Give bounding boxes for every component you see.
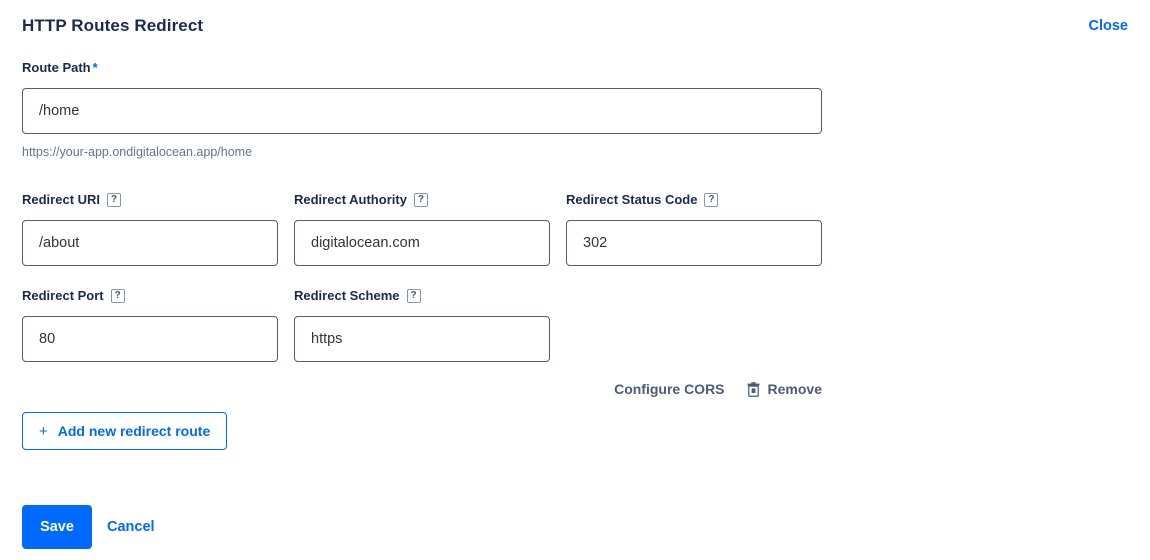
redirect-uri-input[interactable] xyxy=(22,220,278,266)
redirect-port-input[interactable] xyxy=(22,316,278,362)
configure-cors-button[interactable]: Configure CORS xyxy=(614,381,724,397)
panel-header: HTTP Routes Redirect Close xyxy=(22,13,1128,39)
redirect-scheme-label-text: Redirect Scheme xyxy=(294,288,400,303)
help-icon[interactable]: ? xyxy=(406,289,421,303)
redirect-authority-label-text: Redirect Authority xyxy=(294,192,407,207)
redirect-uri-label: Redirect URI ? xyxy=(22,192,122,208)
help-icon[interactable]: ? xyxy=(107,193,122,207)
help-icon[interactable]: ? xyxy=(413,193,428,207)
help-icon[interactable]: ? xyxy=(110,289,125,303)
redirect-port-label: Redirect Port ? xyxy=(22,288,125,304)
route-path-label: Route Path * xyxy=(22,60,98,76)
add-new-redirect-route-button[interactable]: + Add new redirect route xyxy=(22,412,228,450)
route-path-helper-text: https://your-app.ondigitalocean.app/home xyxy=(22,145,253,159)
redirect-uri-label-text: Redirect URI xyxy=(22,192,101,207)
trash-icon xyxy=(747,381,760,397)
redirect-status-code-input[interactable] xyxy=(566,220,822,266)
redirect-status-code-label-text: Redirect Status Code xyxy=(566,192,698,207)
redirect-authority-label: Redirect Authority ? xyxy=(294,192,428,208)
redirect-authority-input[interactable] xyxy=(294,220,550,266)
remove-label: Remove xyxy=(767,381,822,397)
plus-icon: + xyxy=(39,422,48,440)
required-asterisk: * xyxy=(92,60,98,75)
remove-route-button[interactable]: Remove xyxy=(747,381,822,397)
page-title: HTTP Routes Redirect xyxy=(22,16,204,35)
save-button[interactable]: Save xyxy=(22,505,92,549)
redirect-status-code-label: Redirect Status Code ? xyxy=(566,192,719,208)
route-path-input[interactable] xyxy=(22,88,822,134)
configure-cors-label: Configure CORS xyxy=(614,381,725,397)
route-path-label-text: Route Path xyxy=(22,60,91,75)
redirect-scheme-input[interactable] xyxy=(294,316,550,362)
cancel-button[interactable]: Cancel xyxy=(107,505,155,549)
http-routes-redirect-panel: HTTP Routes Redirect Close Route Path * … xyxy=(0,0,1150,560)
redirect-scheme-label: Redirect Scheme ? xyxy=(294,288,421,304)
help-icon[interactable]: ? xyxy=(704,193,719,207)
redirect-port-label-text: Redirect Port xyxy=(22,288,104,303)
close-link[interactable]: Close xyxy=(1089,13,1129,39)
route-row-actions: Configure CORS Remove xyxy=(614,381,822,397)
add-new-redirect-route-label: Add new redirect route xyxy=(57,423,211,439)
